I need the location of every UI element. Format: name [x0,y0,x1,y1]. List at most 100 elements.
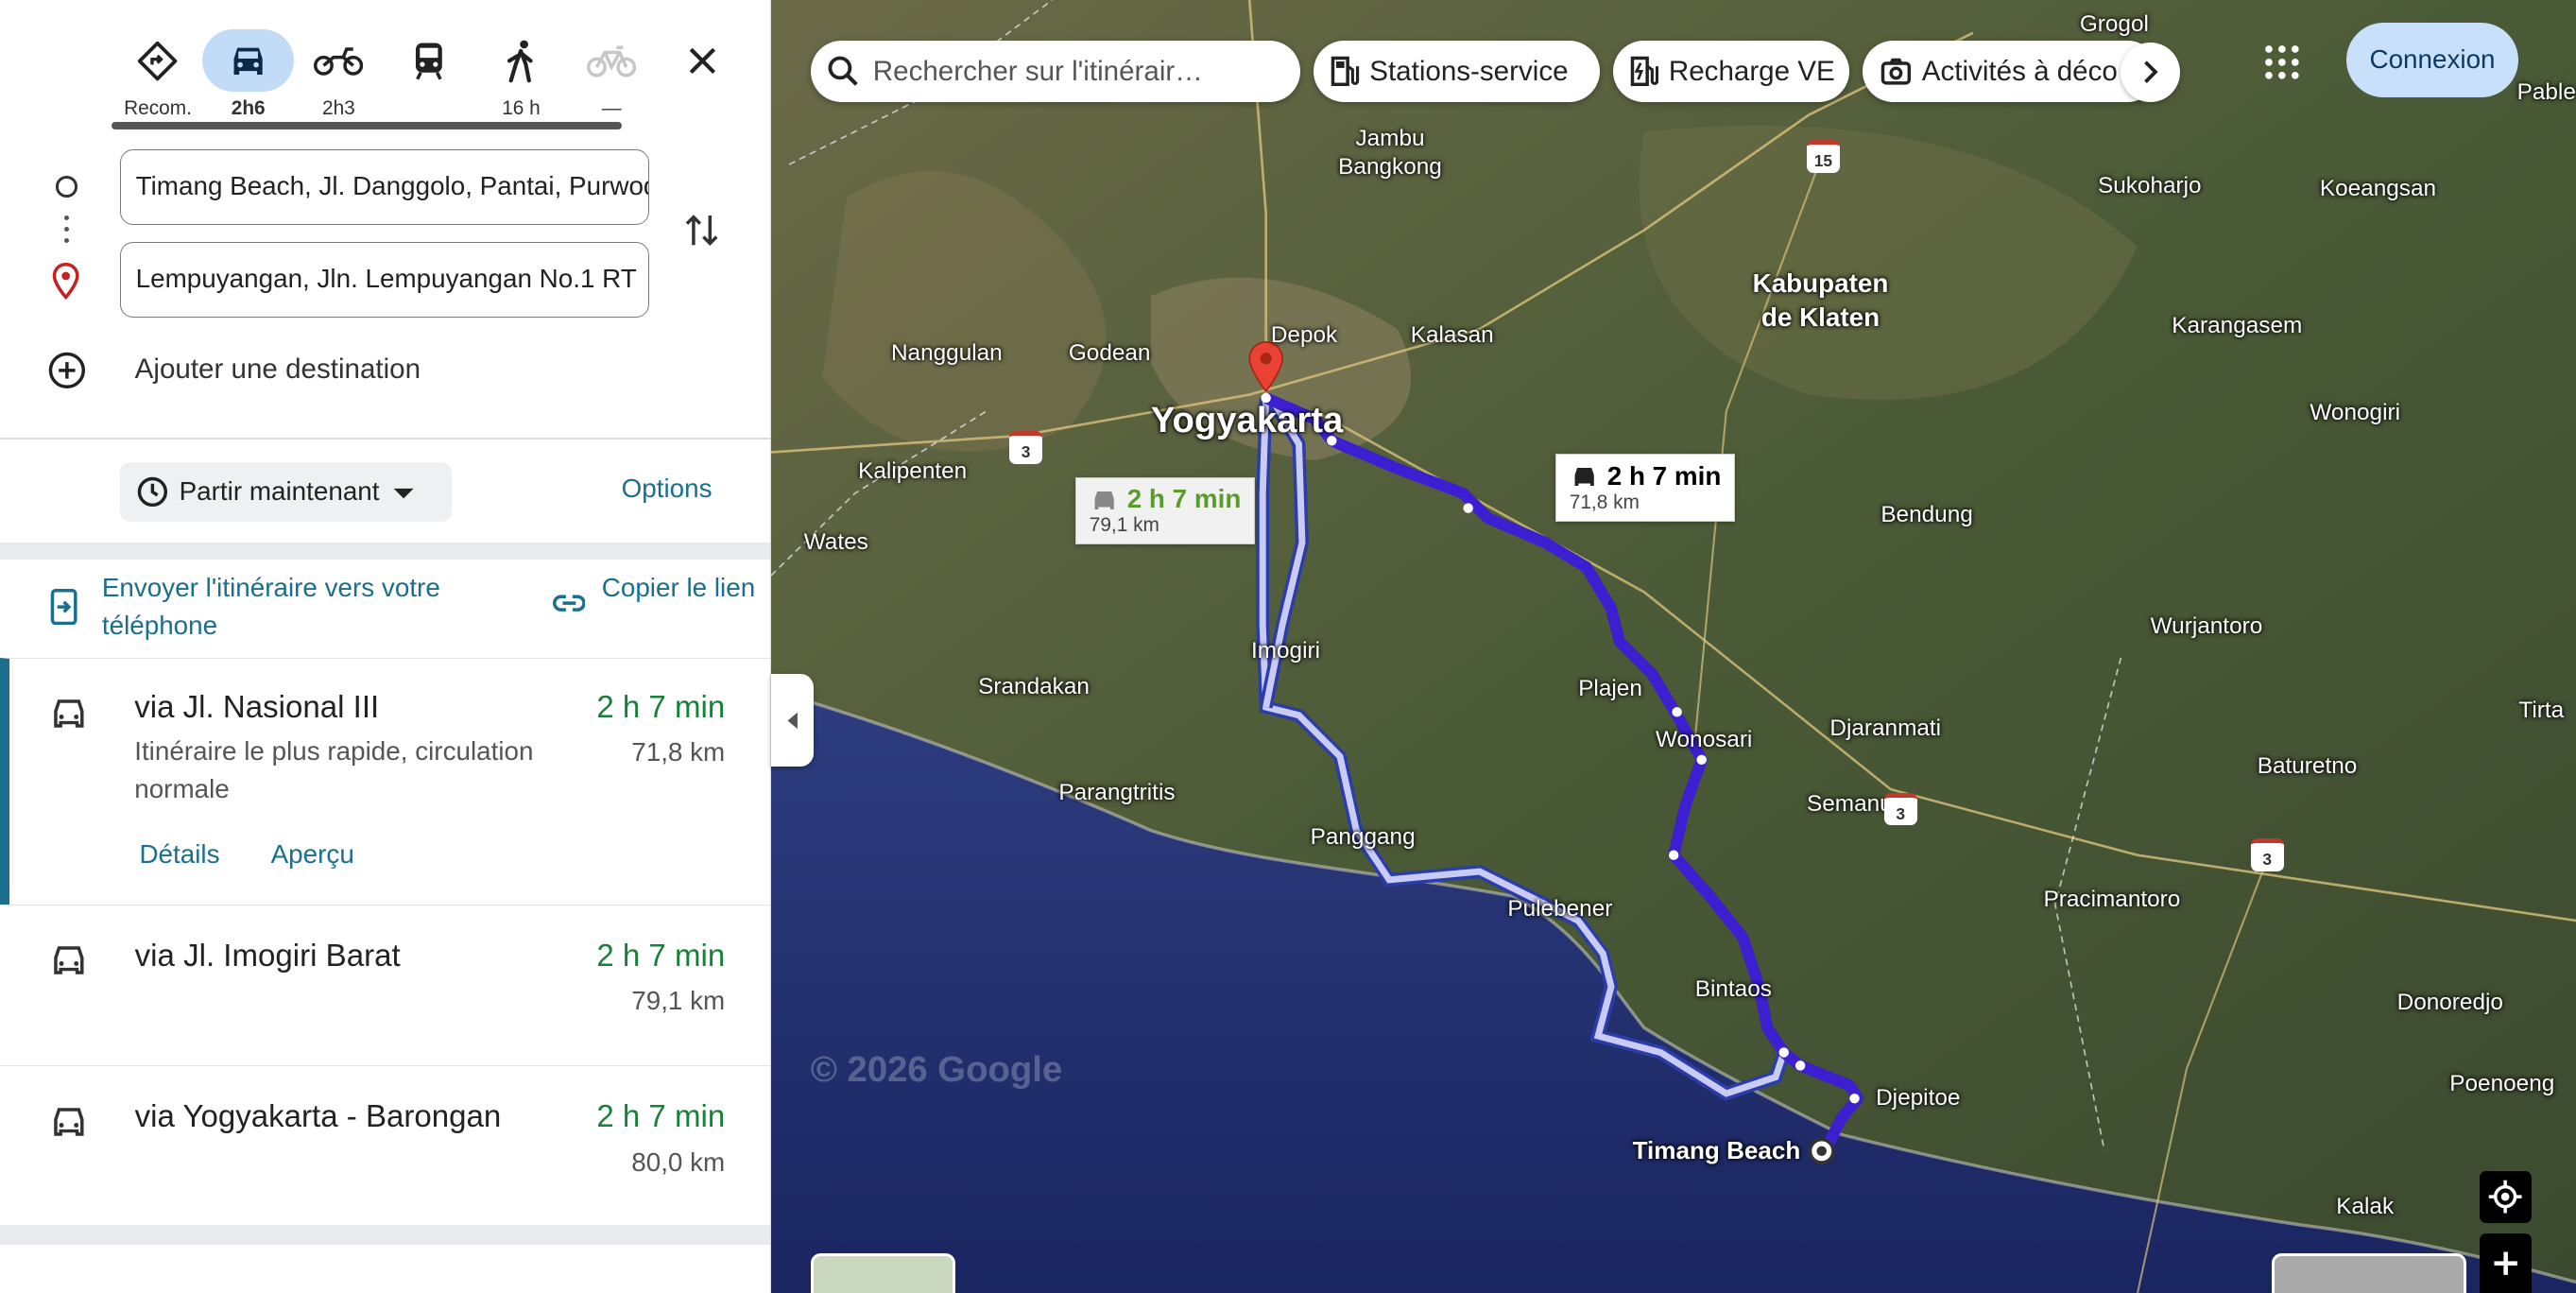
place-label: Depok [1270,322,1338,348]
place-label: Tirta [2518,697,2565,723]
place-label: Kalak [2336,1194,2395,1220]
send-to-phone-icon [50,588,77,626]
route-dots-icon [63,215,70,250]
chip-gas-stations[interactable]: Stations-service [1314,41,1600,102]
chip-label: Stations-service [1369,55,1569,87]
place-label: Panggang [1310,823,1416,850]
place-label: Plajen [1578,676,1642,702]
satellite-map[interactable] [770,0,2576,1293]
place-label: Sukoharjo [2097,172,2202,198]
chevron-right-icon [2144,60,2158,84]
bubble-time: 2 h 7 min [1126,484,1242,514]
car-icon [53,699,84,728]
place-label: Koeangsan [2319,176,2437,202]
add-destination-link[interactable]: Ajouter une destination [135,353,421,386]
bike-icon [587,45,637,78]
chip-ev-charging[interactable]: Recharge VE [1612,41,1850,102]
place-label: Baturetno [2257,752,2358,779]
route-time-bubble[interactable]: 2 h 7 min 71,8 km [1554,454,1736,523]
bubble-time: 2 h 7 min [1606,461,1722,491]
my-location-button[interactable] [2479,1170,2533,1224]
car-icon [54,946,84,974]
route-description: Itinéraire le plus rapide, circulation n… [134,736,534,804]
destination-pin-icon [52,263,79,300]
place-label: Wates [803,529,868,556]
sign-in-button[interactable]: Connexion [2345,23,2519,97]
route-distance: 80,0 km [631,1146,726,1177]
zoom-in-button[interactable] [2479,1233,2533,1293]
mode-bike[interactable]: — [565,29,657,120]
mode-label: 2h6 [231,96,266,119]
highway-shield: 3 [1009,430,1042,464]
origin-input[interactable]: Timang Beach, Jl. Danggolo, Pantai, Purw… [120,149,650,226]
destination-input[interactable]: Lempuyangan, Jln. Lempuyangan No.1 RT [120,241,650,318]
close-directions-button[interactable] [678,36,727,85]
mode-label [383,97,474,120]
mode-recommended[interactable]: Recom. [112,29,203,120]
add-destination-icon[interactable] [47,351,87,390]
layers-thumbnail[interactable] [810,1252,955,1293]
place-label: Karangasem [2172,312,2303,338]
place-label: Grogol [2079,11,2149,38]
train-icon [416,43,442,80]
collapse-panel-button[interactable] [770,674,815,767]
apps-grid-icon[interactable] [2262,43,2302,82]
mode-scroll-bar[interactable] [112,121,622,130]
place-label: Wonogiri [2310,399,2401,425]
bubble-distance: 79,1 km [1089,514,1159,537]
place-label: Pable [2516,78,2576,105]
depart-label: Partir maintenant [179,476,380,507]
route-option[interactable]: via Jl. Imogiri Barat 2 h 7 min 79,1 km [0,904,770,1066]
mode-car[interactable]: 2h6 [201,29,295,120]
mode-label: 16 h [502,96,541,119]
mode-motorbike[interactable]: 2h3 [293,29,385,120]
route-option[interactable]: via Jl. Nasional III 2 h 7 min 71,8 km I… [0,657,770,905]
depart-now-dropdown[interactable]: Partir maintenant [120,461,453,522]
highway-shield: 3 [2250,838,2284,872]
route-time: 2 h 7 min [596,1099,726,1135]
options-button[interactable]: Options [622,474,713,504]
place-label: Kalipenten [858,458,968,485]
camera-icon [1880,58,1911,85]
details-button[interactable]: Détails [139,839,219,870]
motorbike-icon [314,47,364,77]
gas-station-icon [1331,57,1360,87]
place-label: Djepitoe [1876,1085,1961,1112]
divider [0,437,770,440]
chip-things-to-do[interactable]: Activités à déco [1863,41,2159,102]
bubble-distance: 71,8 km [1569,491,1640,514]
map-canvas[interactable]: Grogol Jambu Bangkong Sukoharjo Koeangsa… [770,0,2576,1293]
clock-icon [138,476,168,507]
place-label: Bendung [1880,501,1973,527]
alt-route-time-bubble[interactable]: 2 h 7 min 79,1 km [1074,476,1256,545]
car-icon [1574,468,1594,487]
search-icon [828,56,858,87]
map-copyright: © 2026 Google [810,1048,1063,1090]
place-label: Srandakan [978,674,1090,700]
place-label: Donoredjo [2396,990,2503,1016]
crosshair-icon [2489,1181,2522,1214]
mode-walk[interactable]: 16 h [475,29,567,120]
plus-icon [2494,1251,2517,1276]
chips-next-button[interactable] [2121,43,2180,102]
place-label: Semanu [1807,790,1893,817]
route-name: via Yogyakarta - Barongan [134,1099,502,1135]
link-icon [552,595,586,612]
mode-transit[interactable] [383,29,474,120]
street-view-thumbnail[interactable] [2272,1252,2466,1293]
route-search-input[interactable]: Rechercher sur l'itinérair… [810,41,1301,102]
place-label: Pracimantoro [2043,886,2181,912]
preview-button[interactable]: Aperçu [271,839,354,870]
diamond-turn-icon [138,41,178,81]
origin-place-label: Timang Beach [1632,1136,1801,1165]
place-label: Bintaos [1694,976,1772,1003]
route-option[interactable]: via Yogyakarta - Barongan 2 h 7 min 80,0… [0,1065,770,1225]
route-distance: 71,8 km [631,737,726,767]
copy-link-button[interactable]: Copier le lien [552,569,766,612]
caret-down-icon [394,488,415,499]
swap-waypoints-icon[interactable] [680,209,723,251]
send-to-phone-link[interactable]: Envoyer l'itinéraire vers votre téléphon… [49,569,542,645]
place-label: Kabupaten de Klaten [1752,267,1889,333]
route-distance: 79,1 km [631,986,726,1016]
mode-label: 2h3 [321,96,355,119]
